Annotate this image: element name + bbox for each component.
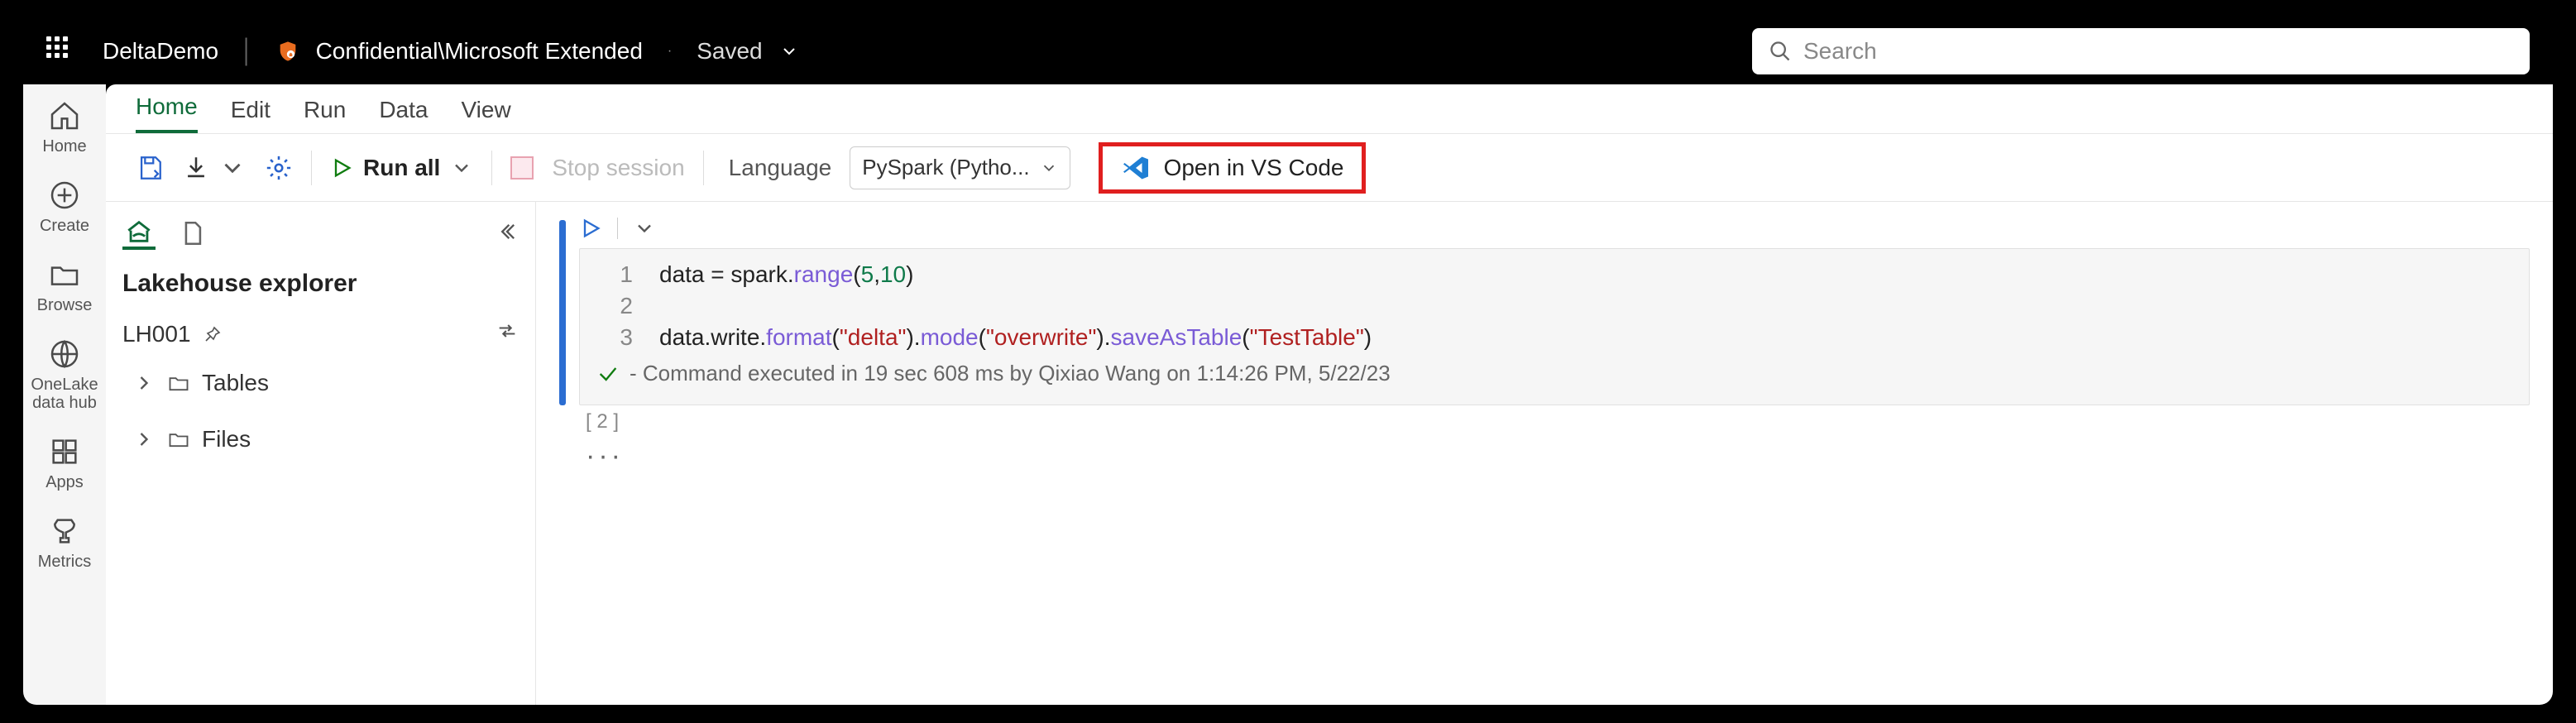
explorer-tab-lakehouse[interactable] (122, 217, 156, 250)
nav-rail: Home Create Browse OneLake data hub Apps… (23, 84, 106, 705)
lakehouse-explorer-panel: Lakehouse explorer LH001 Tables (106, 202, 536, 705)
language-value: PySpark (Pytho... (862, 155, 1029, 180)
stop-session-button: Stop session (552, 155, 684, 181)
open-in-vscode-button[interactable]: Open in VS Code (1099, 142, 1367, 194)
workspace-name: DeltaDemo (103, 38, 218, 65)
language-select[interactable]: PySpark (Pytho... (850, 146, 1070, 189)
rail-create-label: Create (40, 217, 89, 235)
search-input[interactable] (1803, 38, 2513, 65)
rail-home-label: Home (42, 137, 86, 156)
explorer-title: Lakehouse explorer (122, 270, 519, 298)
rail-create[interactable]: Create (40, 179, 89, 235)
ribbon-tabs: Home Edit Run Data View (106, 84, 2553, 134)
tab-edit[interactable]: Edit (231, 97, 271, 133)
search-box[interactable] (1752, 28, 2530, 74)
stop-icon (510, 156, 534, 180)
tree-item-tables[interactable]: Tables (122, 362, 519, 405)
code-cell[interactable]: 1data = spark.range(5,10) 2 3data.write.… (559, 217, 2530, 405)
language-label: Language (729, 155, 832, 181)
collapse-panel-button[interactable] (496, 220, 519, 247)
rail-apps-label: Apps (45, 473, 84, 491)
save-button[interactable] (136, 154, 164, 182)
app-launcher-icon[interactable] (46, 36, 76, 66)
run-all-label: Run all (363, 155, 440, 181)
cell-status: - Command executed in 19 sec 608 ms by Q… (580, 352, 2529, 395)
tab-view[interactable]: View (461, 97, 510, 133)
run-cell-chevron[interactable] (633, 217, 656, 240)
toolbar: Run all Stop session Language PySpark (P… (106, 134, 2553, 202)
check-icon (596, 362, 620, 385)
lakehouse-name: LH001 (122, 321, 191, 347)
search-icon (1769, 40, 1792, 63)
dot-separator: · (668, 44, 672, 59)
rail-browse[interactable]: Browse (37, 258, 93, 314)
pin-icon[interactable] (203, 324, 223, 344)
vscode-icon (1121, 153, 1151, 183)
tree-item-tables-label: Tables (202, 370, 269, 396)
chevron-down-icon[interactable] (779, 41, 799, 61)
cell-handle[interactable] (559, 220, 566, 405)
sensitivity-label[interactable]: Confidential\Microsoft Extended (316, 38, 643, 65)
separator: │ (240, 38, 255, 65)
rail-apps[interactable]: Apps (45, 435, 84, 491)
tree-item-files[interactable]: Files (122, 418, 519, 461)
tree-item-files-label: Files (202, 426, 251, 452)
rail-onelake-label: OneLake data hub (23, 376, 106, 412)
download-button[interactable] (182, 154, 247, 182)
settings-button[interactable] (265, 154, 293, 182)
shield-icon (276, 40, 299, 63)
notebook-area: 1data = spark.range(5,10) 2 3data.write.… (536, 202, 2553, 705)
open-in-vscode-label: Open in VS Code (1164, 155, 1344, 181)
code-editor[interactable]: 1data = spark.range(5,10) 2 3data.write.… (579, 248, 2530, 405)
lakehouse-name-row[interactable]: LH001 (122, 319, 519, 348)
rail-browse-label: Browse (37, 296, 93, 314)
rail-metrics[interactable]: Metrics (38, 515, 91, 571)
save-status: Saved (697, 38, 762, 65)
tab-data[interactable]: Data (379, 97, 428, 133)
tab-run[interactable]: Run (304, 97, 346, 133)
run-cell-button[interactable] (579, 217, 602, 240)
cell-index: [ 2 ] (586, 410, 2530, 433)
rail-metrics-label: Metrics (38, 553, 91, 571)
sync-button[interactable] (496, 319, 519, 348)
run-all-button[interactable]: Run all (330, 155, 473, 181)
rail-onelake[interactable]: OneLake data hub (23, 338, 106, 412)
rail-home[interactable]: Home (42, 99, 86, 156)
explorer-tab-files[interactable] (175, 217, 208, 250)
tab-home[interactable]: Home (136, 93, 198, 133)
cell-more-button[interactable]: ··· (586, 440, 2530, 472)
